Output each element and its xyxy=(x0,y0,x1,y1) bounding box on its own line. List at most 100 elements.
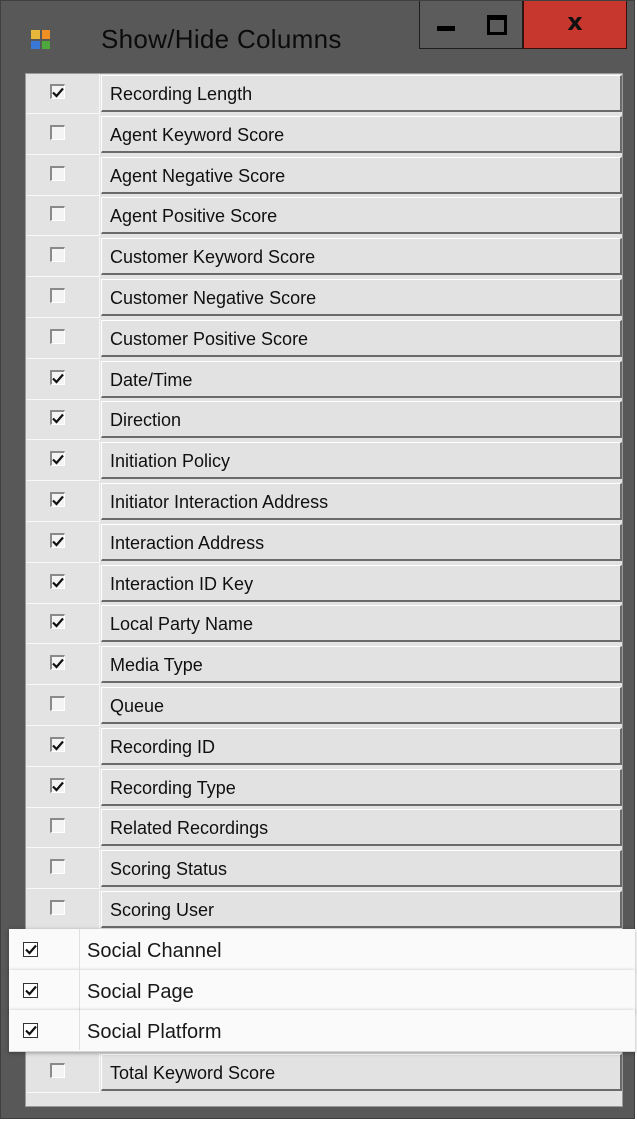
highlighted-row-social-page[interactable]: Social Page xyxy=(9,970,635,1012)
column-checkbox[interactable] xyxy=(50,410,65,425)
checkbox-cell[interactable] xyxy=(26,808,100,848)
column-row-recording-id[interactable]: Recording ID xyxy=(26,727,622,768)
close-button[interactable]: x xyxy=(523,1,627,49)
column-checkbox[interactable] xyxy=(50,737,65,752)
highlighted-checkbox[interactable] xyxy=(23,1023,38,1038)
column-label-cell[interactable]: Related Recordings xyxy=(101,809,622,846)
column-checkbox[interactable] xyxy=(50,247,65,262)
column-label-cell[interactable]: Date/Time xyxy=(101,361,622,398)
column-label-cell[interactable]: Interaction ID Key xyxy=(101,565,622,602)
column-checkbox[interactable] xyxy=(50,451,65,466)
column-row-customer-positive-score[interactable]: Customer Positive Score xyxy=(26,319,622,360)
column-label-cell[interactable]: Recording ID xyxy=(101,728,622,765)
column-checkbox[interactable] xyxy=(50,900,65,915)
column-checkbox[interactable] xyxy=(50,818,65,833)
column-row-agent-positive-score[interactable]: Agent Positive Score xyxy=(26,196,622,237)
highlighted-row-social-channel[interactable]: Social Channel xyxy=(9,929,635,971)
column-label-cell[interactable]: Local Party Name xyxy=(101,605,622,642)
column-row-customer-negative-score[interactable]: Customer Negative Score xyxy=(26,278,622,319)
column-checkbox[interactable] xyxy=(50,492,65,507)
column-checkbox[interactable] xyxy=(50,533,65,548)
column-row-interaction-address[interactable]: Interaction Address xyxy=(26,523,622,564)
checkbox-cell[interactable] xyxy=(26,645,100,685)
column-checkbox[interactable] xyxy=(50,1063,65,1078)
column-checkbox[interactable] xyxy=(50,778,65,793)
column-label-cell[interactable]: Customer Negative Score xyxy=(101,279,622,316)
title-bar[interactable]: Show/Hide Columns x xyxy=(1,1,634,73)
checkbox-cell[interactable] xyxy=(26,237,100,277)
column-row-agent-keyword-score[interactable]: Agent Keyword Score xyxy=(26,115,622,156)
column-row-media-type[interactable]: Media Type xyxy=(26,645,622,686)
column-label-cell[interactable]: Customer Positive Score xyxy=(101,320,622,357)
checkbox-cell[interactable] xyxy=(26,482,100,522)
column-label-cell[interactable]: Initiator Interaction Address xyxy=(101,483,622,520)
column-row-related-recordings[interactable]: Related Recordings xyxy=(26,808,622,849)
column-row-date-time[interactable]: Date/Time xyxy=(26,360,622,401)
column-label-cell[interactable]: Customer Keyword Score xyxy=(101,238,622,275)
column-row-queue[interactable]: Queue xyxy=(26,686,622,727)
column-label-cell[interactable]: Scoring Status xyxy=(101,850,622,887)
column-label-cell[interactable]: Agent Negative Score xyxy=(101,157,622,194)
column-row-interaction-id-key[interactable]: Interaction ID Key xyxy=(26,564,622,605)
column-row-scoring-user[interactable]: Scoring User xyxy=(26,890,622,931)
highlighted-checkbox-cell[interactable] xyxy=(9,970,80,1010)
column-label-cell[interactable]: Agent Positive Score xyxy=(101,197,622,234)
checkbox-cell[interactable] xyxy=(26,319,100,359)
checkbox-cell[interactable] xyxy=(26,1053,100,1093)
column-checkbox[interactable] xyxy=(50,696,65,711)
column-checkbox[interactable] xyxy=(50,288,65,303)
column-checkbox[interactable] xyxy=(50,206,65,221)
checkbox-cell[interactable] xyxy=(26,686,100,726)
checkbox-cell[interactable] xyxy=(26,523,100,563)
column-checkbox[interactable] xyxy=(50,859,65,874)
column-label-cell[interactable]: Total Keyword Score xyxy=(101,1054,622,1091)
checkbox-cell[interactable] xyxy=(26,727,100,767)
column-row-customer-keyword-score[interactable]: Customer Keyword Score xyxy=(26,237,622,278)
maximize-button[interactable] xyxy=(471,1,523,49)
highlighted-checkbox[interactable] xyxy=(23,983,38,998)
column-checkbox[interactable] xyxy=(50,574,65,589)
column-row-direction[interactable]: Direction xyxy=(26,400,622,441)
column-checkbox[interactable] xyxy=(50,125,65,140)
highlighted-checkbox-cell[interactable] xyxy=(9,929,80,969)
minimize-button[interactable] xyxy=(419,1,472,49)
column-row-local-party-name[interactable]: Local Party Name xyxy=(26,604,622,645)
checkbox-cell[interactable] xyxy=(26,196,100,236)
column-label-cell[interactable]: Media Type xyxy=(101,646,622,683)
checkbox-cell[interactable] xyxy=(26,564,100,604)
checkbox-cell[interactable] xyxy=(26,768,100,808)
checkbox-cell[interactable] xyxy=(26,278,100,318)
highlighted-row-social-platform[interactable]: Social Platform xyxy=(9,1010,635,1052)
column-label-cell[interactable]: Direction xyxy=(101,401,622,438)
checkbox-cell[interactable] xyxy=(26,74,100,114)
column-row-recording-type[interactable]: Recording Type xyxy=(26,768,622,809)
checkbox-cell[interactable] xyxy=(26,441,100,481)
column-label-cell[interactable]: Scoring User xyxy=(101,891,622,928)
checkbox-cell[interactable] xyxy=(26,156,100,196)
checkbox-cell[interactable] xyxy=(26,849,100,889)
checkbox-cell[interactable] xyxy=(26,890,100,930)
column-checkbox[interactable] xyxy=(50,655,65,670)
column-row-initiator-interaction-address[interactable]: Initiator Interaction Address xyxy=(26,482,622,523)
highlighted-checkbox[interactable] xyxy=(23,942,38,957)
highlighted-checkbox-cell[interactable] xyxy=(9,1010,80,1050)
column-row-initiation-policy[interactable]: Initiation Policy xyxy=(26,441,622,482)
column-checkbox[interactable] xyxy=(50,166,65,181)
column-label-cell[interactable]: Interaction Address xyxy=(101,524,622,561)
column-row-recording-length[interactable]: Recording Length xyxy=(26,74,622,115)
column-label-cell[interactable]: Initiation Policy xyxy=(101,442,622,479)
column-row-total-keyword-score[interactable]: Total Keyword Score xyxy=(26,1053,622,1094)
column-label-cell[interactable]: Queue xyxy=(101,687,622,724)
column-row-agent-negative-score[interactable]: Agent Negative Score xyxy=(26,156,622,197)
column-checkbox[interactable] xyxy=(50,614,65,629)
column-checkbox[interactable] xyxy=(50,84,65,99)
column-label-cell[interactable]: Agent Keyword Score xyxy=(101,116,622,153)
column-label-cell[interactable]: Recording Length xyxy=(101,75,622,112)
checkbox-cell[interactable] xyxy=(26,400,100,440)
checkbox-cell[interactable] xyxy=(26,360,100,400)
column-checkbox[interactable] xyxy=(50,329,65,344)
column-row-scoring-status[interactable]: Scoring Status xyxy=(26,849,622,890)
column-label-cell[interactable]: Recording Type xyxy=(101,769,622,806)
checkbox-cell[interactable] xyxy=(26,604,100,644)
checkbox-cell[interactable] xyxy=(26,115,100,155)
